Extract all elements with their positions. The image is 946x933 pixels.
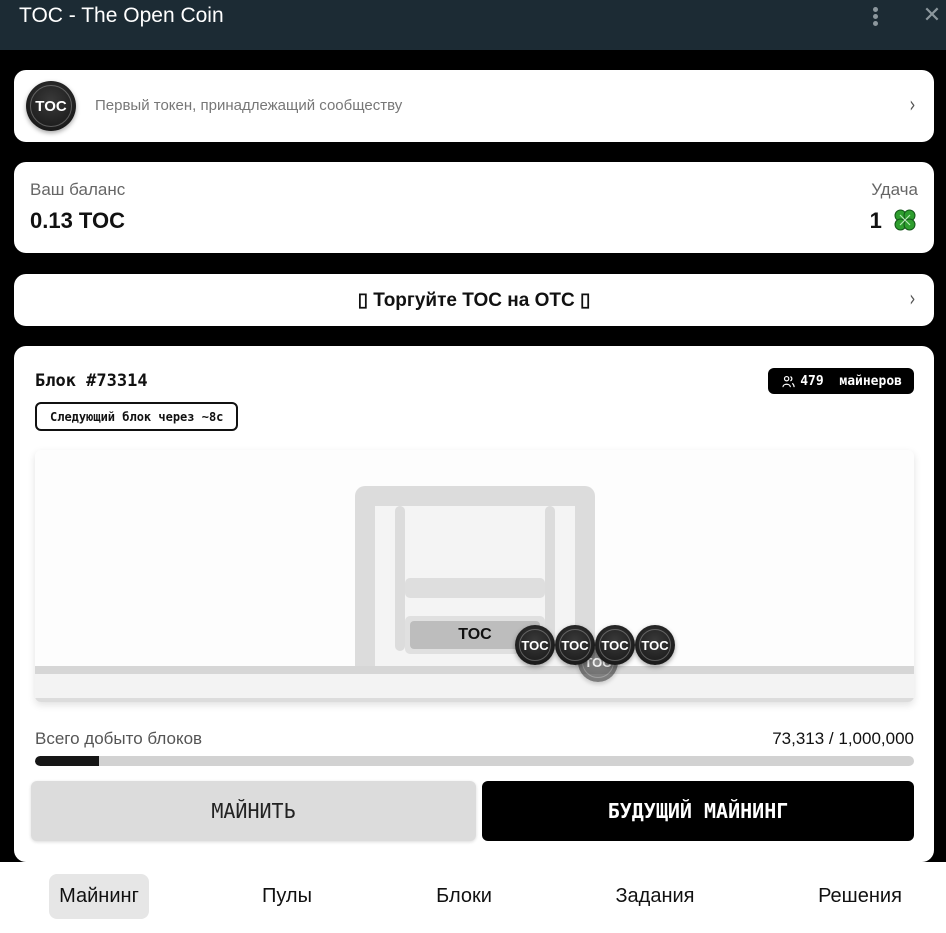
more-vertical-icon[interactable] [868,5,882,27]
toc-coin-logo: TOC [26,81,76,131]
block-number: Блок #73314 [35,371,148,391]
luck-label: Удача [871,180,918,199]
mine-button[interactable]: МАЙНИТЬ [31,781,476,841]
mined-progress-fill [35,756,100,766]
balance-label: Ваш баланс [30,180,126,199]
close-icon[interactable]: ✕ [920,3,944,27]
mined-blocks-value: 73,313 / 1,000,000 [772,729,914,748]
mined-coin: TOC [595,625,635,665]
mined-coin: TOC [635,625,675,665]
token-tagline: Первый токен, принадлежащий сообществу [95,97,403,114]
balance-value: 0.13 TOC [30,208,125,233]
nav-tab-solutions[interactable]: Решения [806,874,914,919]
chevron-right-icon: › [909,93,916,118]
miners-label: майнеров [839,373,902,389]
mined-blocks-label: Всего добыто блоков [35,729,203,748]
next-block-timer: Следующий блок через ~8с [35,402,239,431]
users-icon [782,375,795,387]
chevron-right-icon: › [909,287,916,312]
ground-edge [35,698,914,702]
window-title: TOC - The Open Coin [19,4,224,27]
ground [35,666,914,674]
trade-otc-label: ▯ Торгуйте TOC на OTC ▯ [357,290,591,311]
balance-card: Ваш баланс 0.13 TOC Удача 1 [14,162,934,253]
nav-tab-mining[interactable]: Майнинг [49,874,149,919]
four-leaf-clover-icon [894,209,916,231]
luck-value: 1 [869,208,882,233]
token-info-card[interactable]: TOC Первый токен, принадлежащий сообщест… [14,70,934,142]
bottom-navigation: Майнинг Пулы Блоки Задания Решения [0,862,946,933]
nav-tab-blocks[interactable]: Блоки [424,874,504,919]
mined-coin: TOC [555,625,595,665]
mined-coin: TOC [515,625,555,665]
ground-base [35,674,914,700]
mining-card: Блок #73314 479 майнеров Следующий блок … [14,346,934,862]
future-mining-button[interactable]: БУДУЩИЙ МАЙНИНГ [482,781,914,841]
mining-animation: TOC TOC TOC TOC TOC TOC [35,450,914,702]
nav-tab-tasks[interactable]: Задания [603,874,707,919]
luck-value-row: 1 [870,208,918,235]
machine-shelf [405,578,545,598]
title-bar: TOC - The Open Coin ✕ [0,0,946,50]
nav-tab-pools[interactable]: Пулы [247,874,327,919]
miners-count-badge: 479 майнеров [768,368,914,394]
mined-progress-bar [35,756,914,766]
trade-otc-link[interactable]: ▯ Торгуйте TOC на OTC ▯ › [14,274,934,326]
miners-count: 479 [800,373,824,389]
